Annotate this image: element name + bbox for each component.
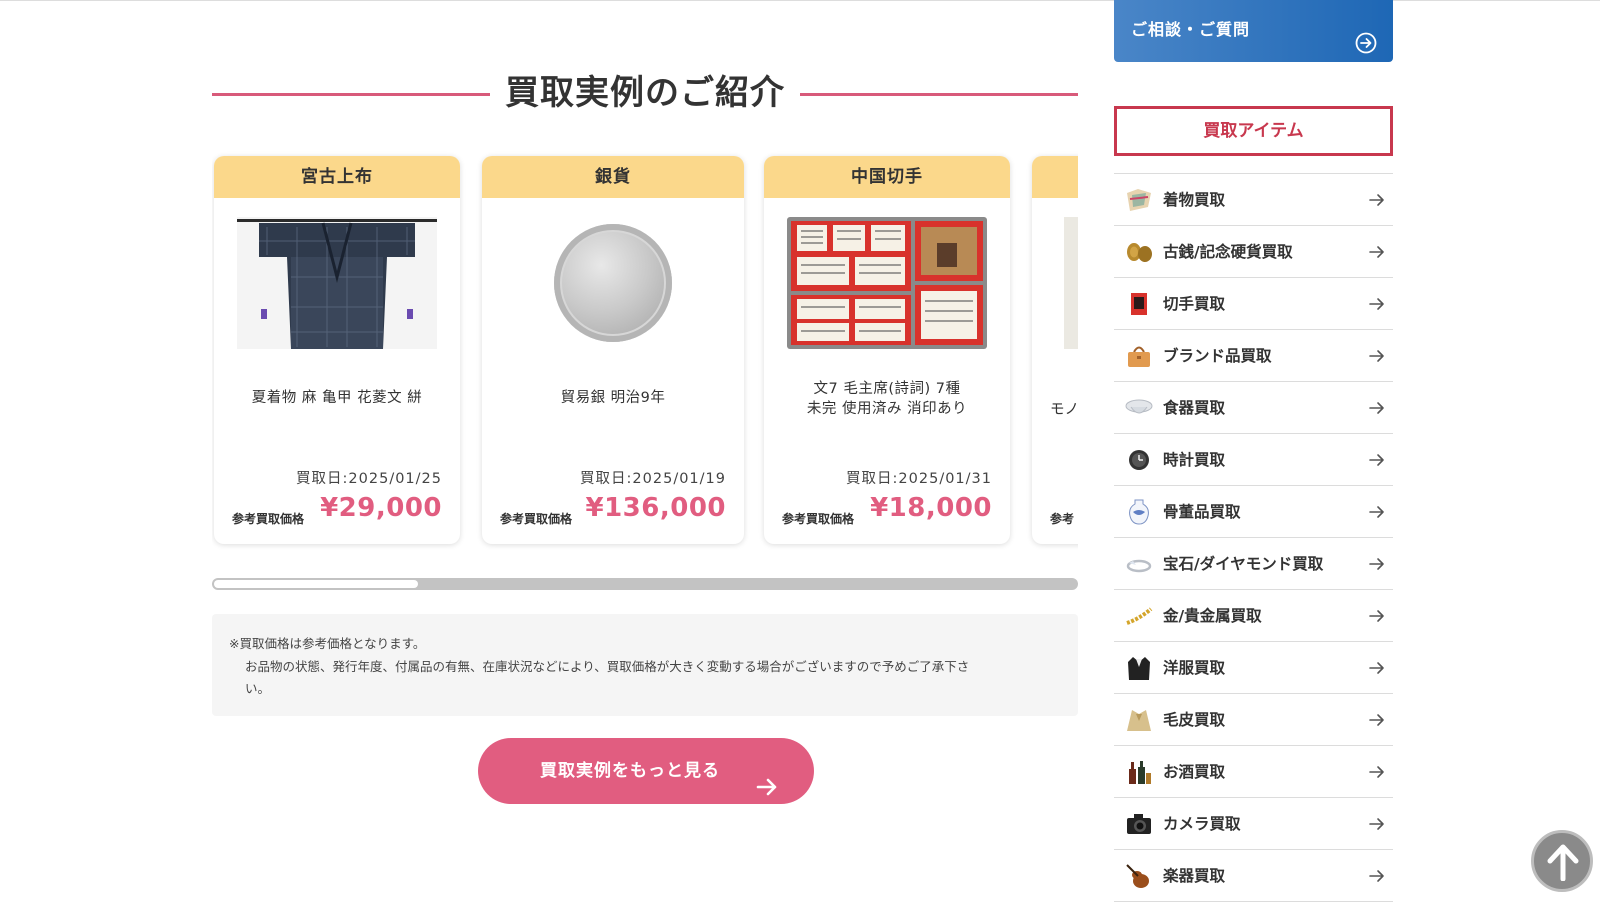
card-item-name: 夏着物 麻 亀甲 花菱文 絣 (251, 390, 423, 406)
card-item-name: モノ (1050, 402, 1078, 418)
arrow-right-icon (1369, 244, 1385, 264)
heading-rule-left (212, 93, 490, 96)
kimono-icon (1124, 185, 1154, 215)
arrow-right-icon (1369, 504, 1385, 524)
liquor-icon (1124, 757, 1154, 787)
card-price-label: 参考買取価格 (232, 512, 305, 526)
jacket-icon (1124, 653, 1154, 683)
menu-item-coins[interactable]: 古銭/記念硬貨買取 (1114, 226, 1393, 278)
purchase-items-menu: 着物買取 古銭/記念硬貨買取 切手買取 ブランド品買取 食器買取 時計買取 骨董… (1114, 173, 1393, 902)
watch-icon (1124, 445, 1154, 475)
menu-item-watch[interactable]: 時計買取 (1114, 434, 1393, 486)
section-heading: 買取実例のご紹介 (212, 66, 1078, 126)
card-item-name: 文7 毛主席(詩詞) 7種 未完 使用済み 消印あり (806, 381, 968, 417)
arrow-right-icon (1369, 452, 1385, 472)
kimono-photo (237, 217, 437, 349)
consult-question-button[interactable]: ご相談・ご質問 (1114, 0, 1393, 62)
menu-item-liquor[interactable]: お酒買取 (1114, 746, 1393, 798)
stamp-icon (1124, 289, 1154, 319)
card-category: 宮古上布 (214, 156, 460, 198)
card-item-name: 貿易銀 明治9年 (560, 390, 666, 406)
card-purchase-date: 買取日:2025/01/25 (296, 471, 442, 487)
violin-icon (1124, 861, 1154, 891)
section-title: 買取実例のご紹介 (505, 73, 785, 113)
arrow-right-icon (1369, 556, 1385, 576)
arrow-right-icon (1369, 400, 1385, 420)
camera-icon (1124, 809, 1154, 839)
menu-item-gold[interactable]: 金/貴金属買取 (1114, 590, 1393, 642)
card-price-label: 参考買取価格 (500, 512, 573, 526)
menu-item-clothes[interactable]: 洋服買取 (1114, 642, 1393, 694)
card-category: 中国切手 (764, 156, 1010, 198)
card-price: ¥136,000 (585, 493, 726, 523)
example-card[interactable]: モノ 参考 (1032, 156, 1078, 544)
chinese-stamps-photo (787, 217, 987, 349)
price-note: ※買取価格は参考価格となります。 お品物の状態、発行年度、付属品の有無、在庫状況… (212, 614, 1078, 716)
antique-vase-icon (1124, 497, 1154, 527)
arrow-right-icon (1369, 192, 1385, 212)
menu-item-brand[interactable]: ブランド品買取 (1114, 330, 1393, 382)
gold-chain-icon (1124, 601, 1154, 631)
arrow-up-icon (1547, 844, 1579, 881)
menu-item-instruments[interactable]: 楽器買取 (1114, 850, 1393, 902)
arrow-right-icon (1369, 608, 1385, 628)
carousel-scrollbar[interactable] (212, 578, 1078, 590)
menu-item-camera[interactable]: カメラ買取 (1114, 798, 1393, 850)
view-more-examples-button[interactable]: 買取実例をもっと見る (478, 738, 814, 804)
menu-item-jewelry[interactable]: 宝石/ダイヤモンド買取 (1114, 538, 1393, 590)
note-line: い。 (245, 681, 271, 696)
arrow-right-icon (1369, 764, 1385, 784)
arrow-right-icon (1369, 712, 1385, 732)
coin-icon (1124, 237, 1154, 267)
card-photo-partial (1064, 217, 1078, 349)
arrow-right-icon (1369, 816, 1385, 836)
arrow-right-icon (1369, 296, 1385, 316)
arrow-right-icon (1369, 660, 1385, 680)
note-line: お品物の状態、発行年度、付属品の有無、在庫状況などにより、買取価格が大きく変動す… (245, 658, 970, 674)
menu-item-fur[interactable]: 毛皮買取 (1114, 694, 1393, 746)
card-purchase-date: 買取日:2025/01/31 (846, 471, 992, 487)
menu-item-antiques[interactable]: 骨董品買取 (1114, 486, 1393, 538)
arrow-right-icon (1369, 348, 1385, 368)
handbag-icon (1124, 341, 1154, 371)
tableware-icon (1124, 393, 1154, 423)
carousel-scrollbar-thumb[interactable] (214, 580, 418, 588)
example-card[interactable]: 中国切手 文7 毛主席(詩詞) 7種 未完 使用済み 消印あり 買取日:2025… (764, 156, 1010, 544)
heading-rule-right (800, 93, 1078, 96)
purchase-examples-carousel[interactable]: 宮古上布 夏着物 麻 亀甲 花菱文 絣 買取日:2025/01/25 参考買取価… (212, 150, 1078, 550)
card-category: 銀貨 (482, 156, 744, 198)
consult-label: ご相談・ご質問 (1131, 20, 1251, 39)
menu-item-kimono[interactable]: 着物買取 (1114, 174, 1393, 226)
purchase-items-heading: 買取アイテム (1114, 106, 1393, 156)
arrow-right-icon (756, 760, 778, 826)
menu-item-tableware[interactable]: 食器買取 (1114, 382, 1393, 434)
view-more-label: 買取実例をもっと見る (540, 761, 720, 781)
card-price: ¥18,000 (870, 493, 992, 523)
ring-icon (1124, 549, 1154, 579)
note-line: ※買取価格は参考価格となります。 (229, 636, 426, 651)
card-category (1032, 156, 1078, 198)
card-price-label: 参考 (1050, 512, 1075, 526)
silver-coin-photo (513, 217, 713, 349)
fur-icon (1124, 705, 1154, 735)
card-price: ¥29,000 (320, 493, 442, 523)
circle-arrow-right-icon (1355, 19, 1377, 79)
arrow-right-icon (1369, 868, 1385, 888)
example-card[interactable]: 宮古上布 夏着物 麻 亀甲 花菱文 絣 買取日:2025/01/25 参考買取価… (214, 156, 460, 544)
card-purchase-date: 買取日:2025/01/19 (580, 471, 726, 487)
card-price-label: 参考買取価格 (782, 512, 855, 526)
back-to-top-button[interactable] (1531, 830, 1593, 892)
example-card[interactable]: 銀貨 貿易銀 明治9年 買取日:2025/01/19 参考買取価格 ¥136,0… (482, 156, 744, 544)
menu-item-stamps[interactable]: 切手買取 (1114, 278, 1393, 330)
